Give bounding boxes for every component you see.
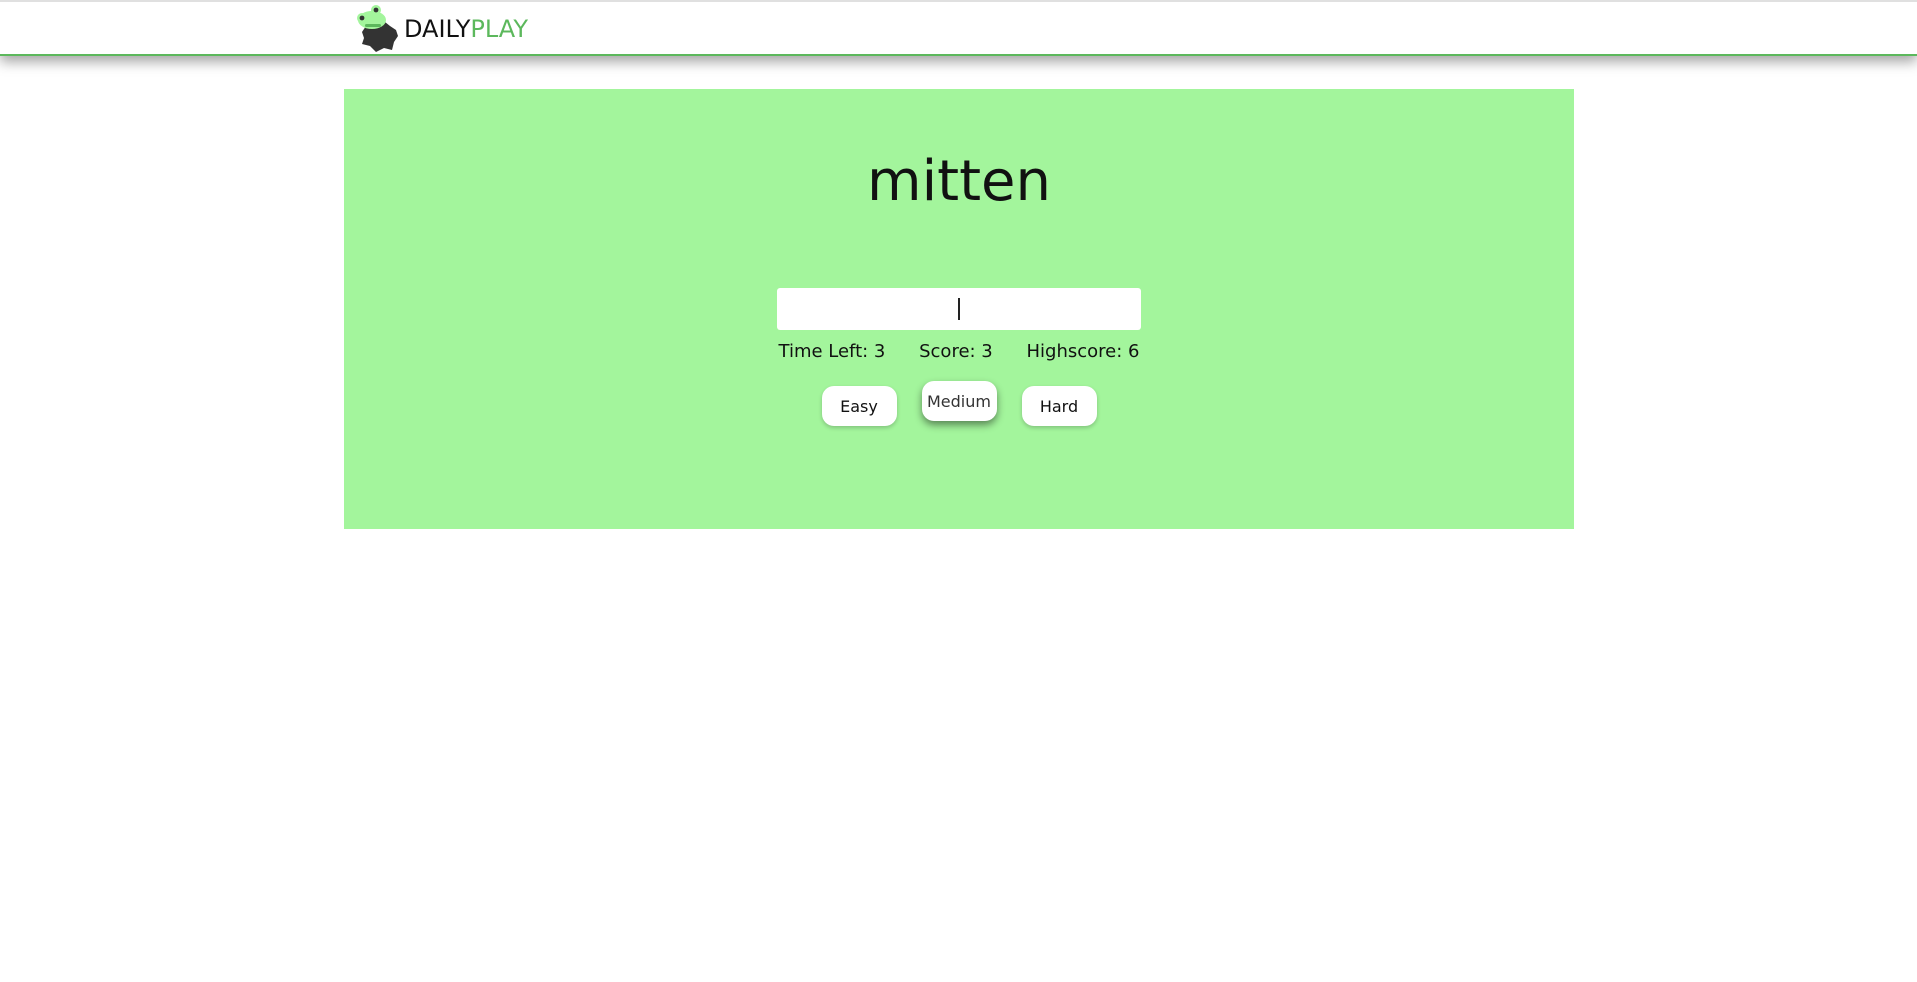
brand-play: PLAY <box>470 15 529 43</box>
score: Score: 3 <box>919 341 993 362</box>
logo-link[interactable]: DAILYPLAY <box>352 4 528 54</box>
medium-button[interactable]: Medium <box>921 381 997 421</box>
brand-daily: DAILY <box>404 15 471 43</box>
stats-bar: Time Left: 3 Score: 3 Highscore: 6 <box>344 341 1574 362</box>
site-header: DAILYPLAY <box>0 0 1917 56</box>
highscore: Highscore: 6 <box>1026 341 1140 362</box>
difficulty-buttons: Easy Medium Hard <box>344 381 1574 426</box>
easy-button[interactable]: Easy <box>821 386 897 426</box>
time-left: Time Left: 3 <box>778 341 886 362</box>
game-panel: mitten Time Left: 3 Score: 3 Highscore: … <box>344 89 1574 529</box>
brand-name: DAILYPLAY <box>404 17 528 41</box>
hard-button[interactable]: Hard <box>1021 386 1097 426</box>
frog-logo-icon <box>357 5 398 52</box>
text-caret <box>958 298 960 320</box>
target-word: mitten <box>867 149 1051 214</box>
